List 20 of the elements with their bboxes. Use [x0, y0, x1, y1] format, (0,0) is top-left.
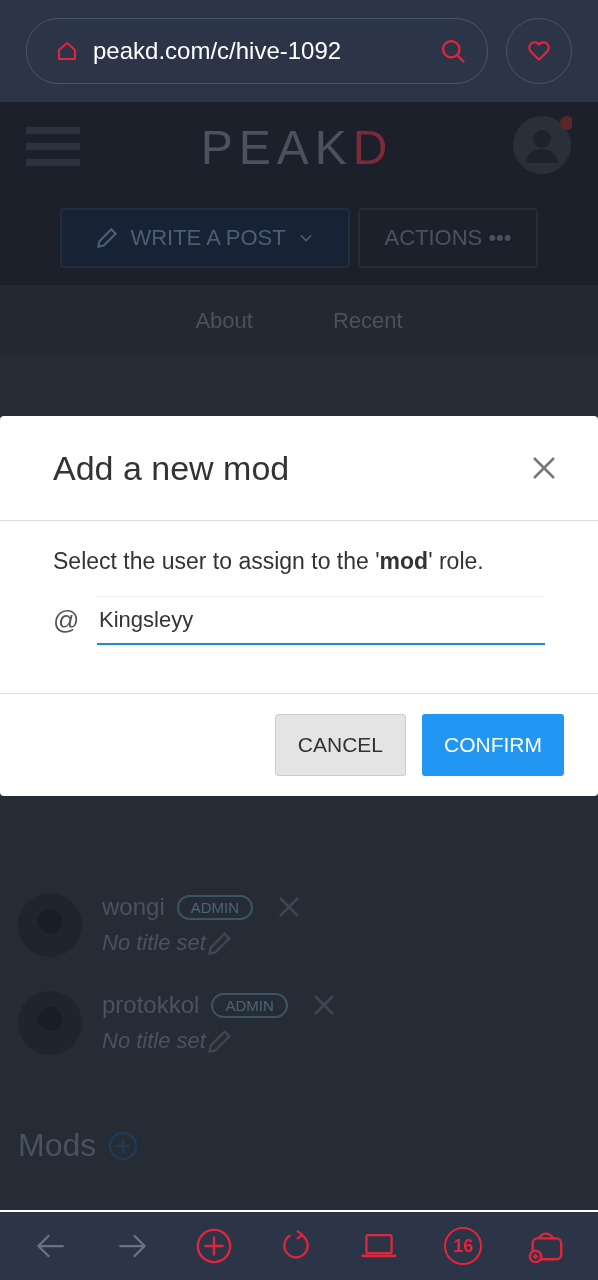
home-icon[interactable] — [55, 39, 79, 63]
url-text: peakd.com/c/hive-1092 — [93, 37, 343, 65]
close-icon[interactable] — [532, 456, 556, 480]
username-field[interactable]: Kingsleyy — [97, 596, 545, 646]
search-icon[interactable] — [439, 37, 467, 65]
address-bar[interactable]: peakd.com/c/hive-1092 — [26, 18, 488, 84]
cancel-button[interactable]: CANCEL — [274, 714, 406, 777]
add-icon[interactable] — [108, 1130, 139, 1161]
confirm-button[interactable]: CONFIRM — [422, 714, 564, 777]
heart-icon — [526, 38, 552, 64]
pencil-icon[interactable] — [205, 929, 234, 957]
at-sign: @ — [53, 605, 81, 637]
role-tag: ADMIN — [176, 894, 254, 920]
dialog-title: Add a new mod — [53, 448, 290, 488]
dialog-message: Select the user to assign to the 'mod' role. — [53, 547, 485, 576]
pencil-icon[interactable] — [205, 1027, 234, 1055]
write-post-button[interactable]: WRITE A POST — [60, 208, 350, 268]
tab-count-button[interactable]: 16 — [444, 1227, 483, 1265]
add-tab-icon[interactable] — [194, 1227, 233, 1265]
role-tag: ADMIN — [211, 992, 288, 1018]
